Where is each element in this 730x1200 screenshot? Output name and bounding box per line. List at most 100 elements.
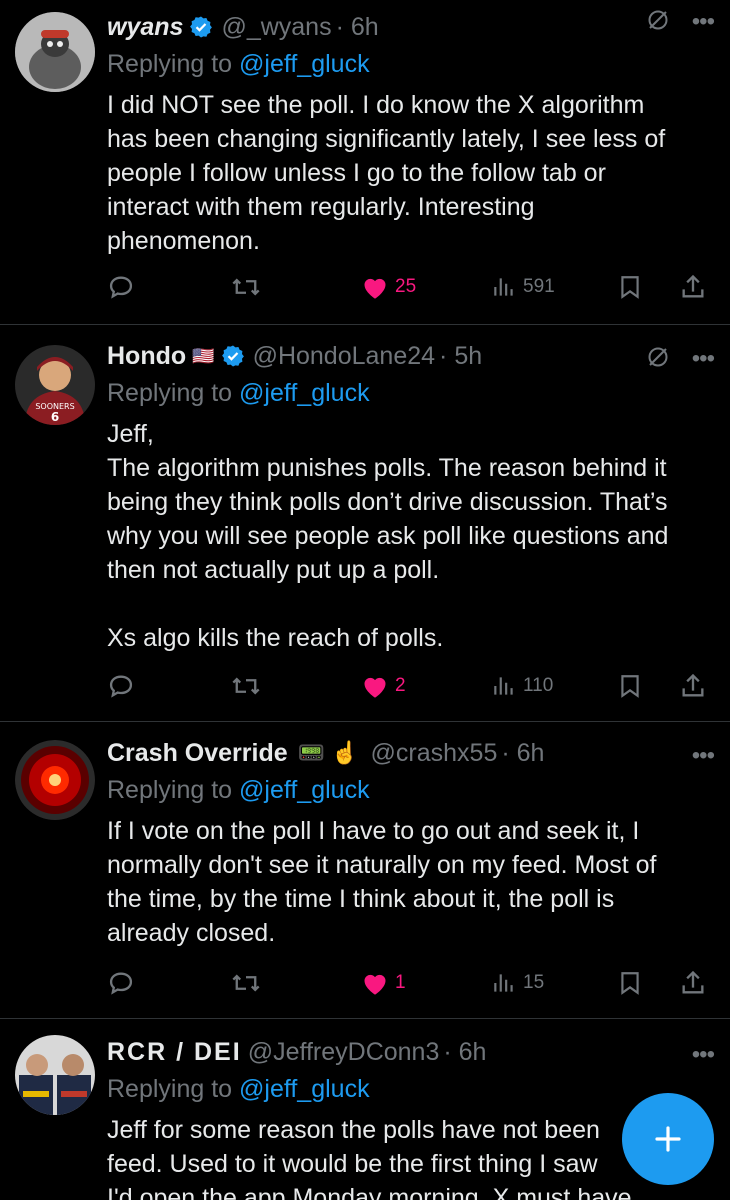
views-icon — [494, 974, 513, 992]
repost-icon — [232, 974, 260, 992]
mention-link[interactable]: @jeff_gluck — [239, 776, 370, 804]
mention-link[interactable]: @jeff_gluck — [239, 1075, 370, 1103]
share-icon — [682, 970, 704, 994]
heart-icon — [364, 278, 386, 299]
verified-badge-icon — [221, 345, 244, 367]
replying-to: Replying to @jeff_gluck — [107, 772, 714, 808]
mention-link[interactable]: @jeff_gluck — [239, 50, 370, 78]
reply-icon — [109, 276, 133, 299]
bookmark-icon — [621, 675, 639, 698]
like-button[interactable]: 25 — [361, 270, 416, 304]
more-options-icon[interactable]: ••• — [692, 742, 715, 770]
display-name[interactable]: wyans — [107, 13, 183, 42]
action-bar: 2 110 — [107, 669, 714, 703]
reply-button[interactable] — [107, 966, 135, 1000]
bookmark-button[interactable] — [617, 270, 643, 304]
timestamp[interactable]: · 6h — [336, 13, 379, 42]
heart-icon — [364, 974, 386, 995]
share-button[interactable] — [679, 669, 707, 703]
repost-icon — [232, 278, 260, 296]
repost-button[interactable] — [231, 966, 261, 1000]
tweet[interactable]: SOONERS 6 Hondo 🇺🇸 @HondoLane24 · 5h Rep… — [0, 325, 730, 721]
share-button[interactable] — [679, 966, 707, 1000]
views-button[interactable]: 110 — [491, 669, 553, 703]
bookmark-button[interactable] — [617, 669, 643, 703]
reply-button[interactable] — [107, 669, 135, 703]
tweet[interactable]: RCR / DEI @JeffreyDConn3 · 6h Replying t… — [0, 1019, 730, 1200]
more-options-icon[interactable]: ••• — [692, 8, 715, 36]
replying-to: Replying to @jeff_gluck — [107, 46, 714, 82]
reply-feed: wyans @_wyans · 6h Replying to @jeff_glu… — [0, 0, 730, 1200]
display-name[interactable]: RCR / DEI — [107, 1038, 242, 1067]
handle[interactable]: @HondoLane24 — [253, 342, 435, 371]
reply-button[interactable] — [107, 270, 135, 304]
action-bar: 1 15 — [107, 966, 714, 1000]
timestamp[interactable]: · 6h — [443, 1038, 486, 1067]
mention-link[interactable]: @jeff_gluck — [239, 379, 370, 407]
reply-icon — [109, 972, 133, 995]
tweet-header: wyans @_wyans · 6h — [107, 8, 714, 46]
replying-to: Replying to @jeff_gluck — [107, 1071, 714, 1107]
timestamp[interactable]: · 6h — [501, 739, 544, 768]
avatar-image — [15, 740, 95, 820]
avatar[interactable] — [15, 740, 95, 820]
views-button[interactable]: 591 — [491, 270, 555, 304]
like-count: 1 — [395, 972, 406, 993]
display-name[interactable]: Hondo — [107, 342, 186, 371]
replying-label: Replying to — [107, 50, 240, 78]
avatar-image: SOONERS 6 — [15, 345, 95, 425]
flag-emoji: 🇺🇸 — [192, 345, 215, 366]
verified-badge-icon — [190, 16, 213, 38]
display-name[interactable]: Crash Override — [107, 739, 288, 768]
view-count: 15 — [523, 972, 545, 993]
avatar-image — [15, 12, 95, 92]
views-icon — [494, 278, 513, 296]
share-button[interactable] — [679, 270, 707, 304]
svg-text:6: 6 — [51, 410, 59, 424]
tweet[interactable]: wyans @_wyans · 6h Replying to @jeff_glu… — [0, 0, 730, 324]
handle[interactable]: @_wyans — [221, 13, 331, 42]
bookmark-icon — [621, 972, 639, 995]
replying-label: Replying to — [107, 379, 240, 407]
share-icon — [682, 274, 704, 298]
bookmark-button[interactable] — [617, 966, 643, 1000]
tweet-text: If I vote on the poll I have to go out a… — [107, 817, 657, 947]
name-emoji: 📟 ☝️ — [297, 740, 359, 765]
compose-button[interactable] — [622, 1093, 714, 1185]
like-button[interactable]: 2 — [361, 669, 406, 703]
tweet-text: Jeff, The algorithm punishes polls. The … — [107, 420, 669, 652]
reply-icon — [109, 675, 133, 698]
view-count: 591 — [523, 276, 555, 297]
avatar[interactable] — [15, 12, 95, 92]
action-bar: 25 591 — [107, 270, 714, 304]
tweet-text: I did NOT see the poll. I do know the X … — [107, 91, 666, 255]
replying-label: Replying to — [107, 776, 240, 804]
timestamp[interactable]: · 5h — [439, 342, 482, 371]
tweet-header: Hondo 🇺🇸 @HondoLane24 · 5h — [107, 337, 714, 375]
avatar-image — [15, 1035, 95, 1115]
replying-label: Replying to — [107, 1075, 240, 1103]
views-icon — [494, 677, 513, 695]
view-count: 110 — [523, 675, 554, 696]
share-icon — [682, 673, 704, 697]
grok-icon[interactable] — [646, 345, 670, 369]
grok-icon[interactable] — [646, 8, 670, 32]
handle[interactable]: @JeffreyDConn3 — [248, 1038, 440, 1067]
handle[interactable]: @crashx55 — [371, 739, 498, 768]
bookmark-icon — [621, 276, 639, 299]
like-count: 2 — [395, 675, 406, 696]
like-count: 25 — [395, 276, 417, 297]
tweet[interactable]: Crash Override 📟 ☝️ @crashx55 · 6h Reply… — [0, 722, 730, 1018]
avatar[interactable] — [15, 1035, 95, 1115]
repost-button[interactable] — [231, 270, 261, 304]
like-button[interactable]: 1 — [361, 966, 406, 1000]
replying-to: Replying to @jeff_gluck — [107, 375, 714, 411]
tweet-header: Crash Override 📟 ☝️ @crashx55 · 6h — [107, 734, 714, 772]
heart-icon — [364, 677, 386, 698]
views-button[interactable]: 15 — [491, 966, 544, 1000]
repost-button[interactable] — [231, 669, 261, 703]
avatar[interactable]: SOONERS 6 — [15, 345, 95, 425]
more-options-icon[interactable]: ••• — [692, 1041, 715, 1069]
more-options-icon[interactable]: ••• — [692, 345, 715, 373]
plus-icon — [655, 1126, 681, 1152]
